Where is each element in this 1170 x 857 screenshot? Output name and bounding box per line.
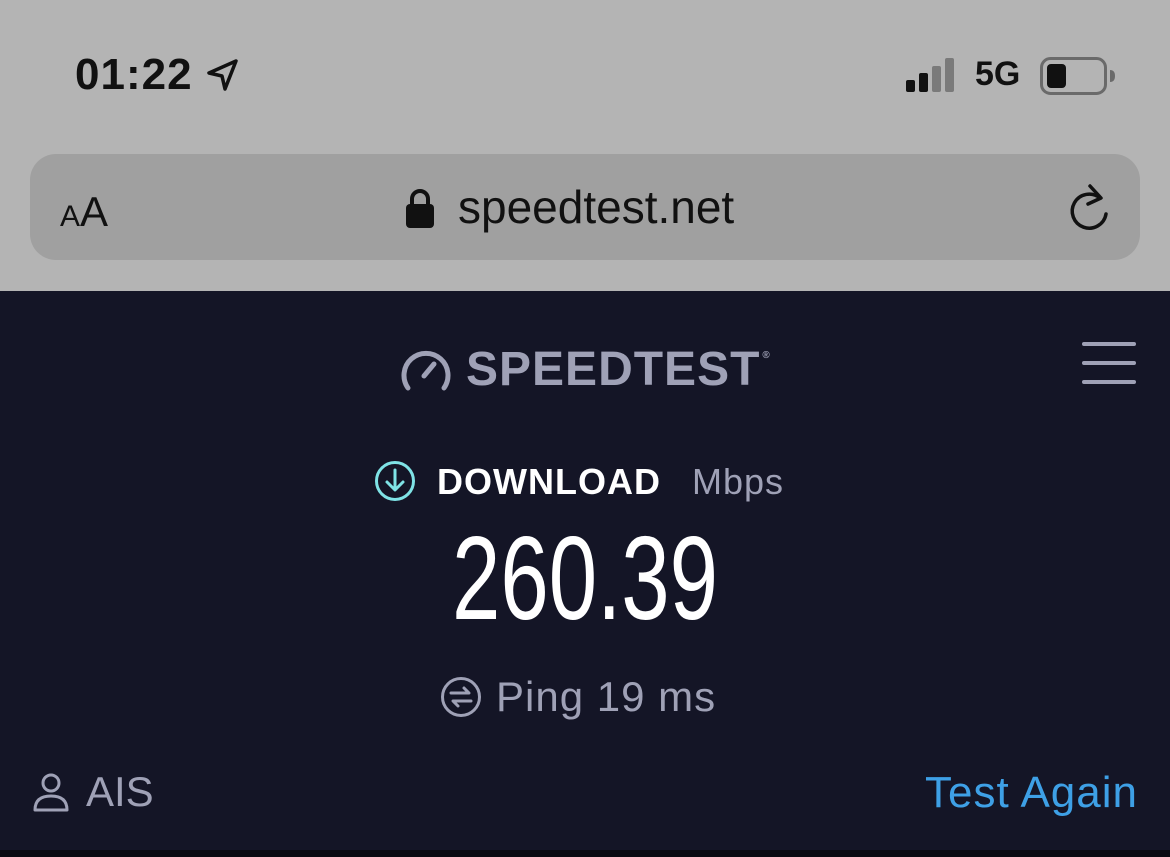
- download-arrow-icon: [375, 461, 415, 501]
- hamburger-menu-icon[interactable]: [1082, 342, 1136, 384]
- text-size-button[interactable]: AA: [60, 188, 108, 236]
- signal-bars-icon: [906, 58, 954, 92]
- logo-text: SPEEDTEST: [466, 343, 761, 396]
- user-icon: [33, 773, 69, 812]
- battery-icon: [1040, 57, 1115, 95]
- status-time: 01:22: [75, 50, 193, 99]
- test-again-button[interactable]: Test Again: [925, 768, 1138, 818]
- ping-text: Ping 19 ms: [496, 673, 717, 720]
- isp-name[interactable]: AIS: [86, 768, 154, 816]
- reload-icon[interactable]: [1064, 180, 1114, 236]
- trademark-symbol: ®: [762, 350, 771, 361]
- location-arrow-icon: [207, 59, 238, 91]
- speedtest-logo[interactable]: SPEEDTEST ®: [466, 342, 771, 397]
- download-unit: Mbps: [692, 461, 785, 502]
- download-speed-value: 260.39: [452, 512, 718, 630]
- text-size-large-label: A: [80, 188, 109, 235]
- bottom-edge: [0, 850, 1170, 857]
- text-size-small-label: A: [60, 200, 81, 233]
- lock-icon: [406, 189, 434, 228]
- download-label: DOWNLOAD: [437, 461, 661, 502]
- speedometer-icon: [401, 350, 451, 391]
- url-text[interactable]: speedtest.net: [458, 180, 734, 234]
- browser-chrome: 01:22 5G AA speedtest.net: [0, 0, 1170, 291]
- ping-icon: [441, 677, 481, 717]
- network-type: 5G: [975, 55, 1021, 93]
- svg-text:260.39: 260.39: [452, 512, 718, 630]
